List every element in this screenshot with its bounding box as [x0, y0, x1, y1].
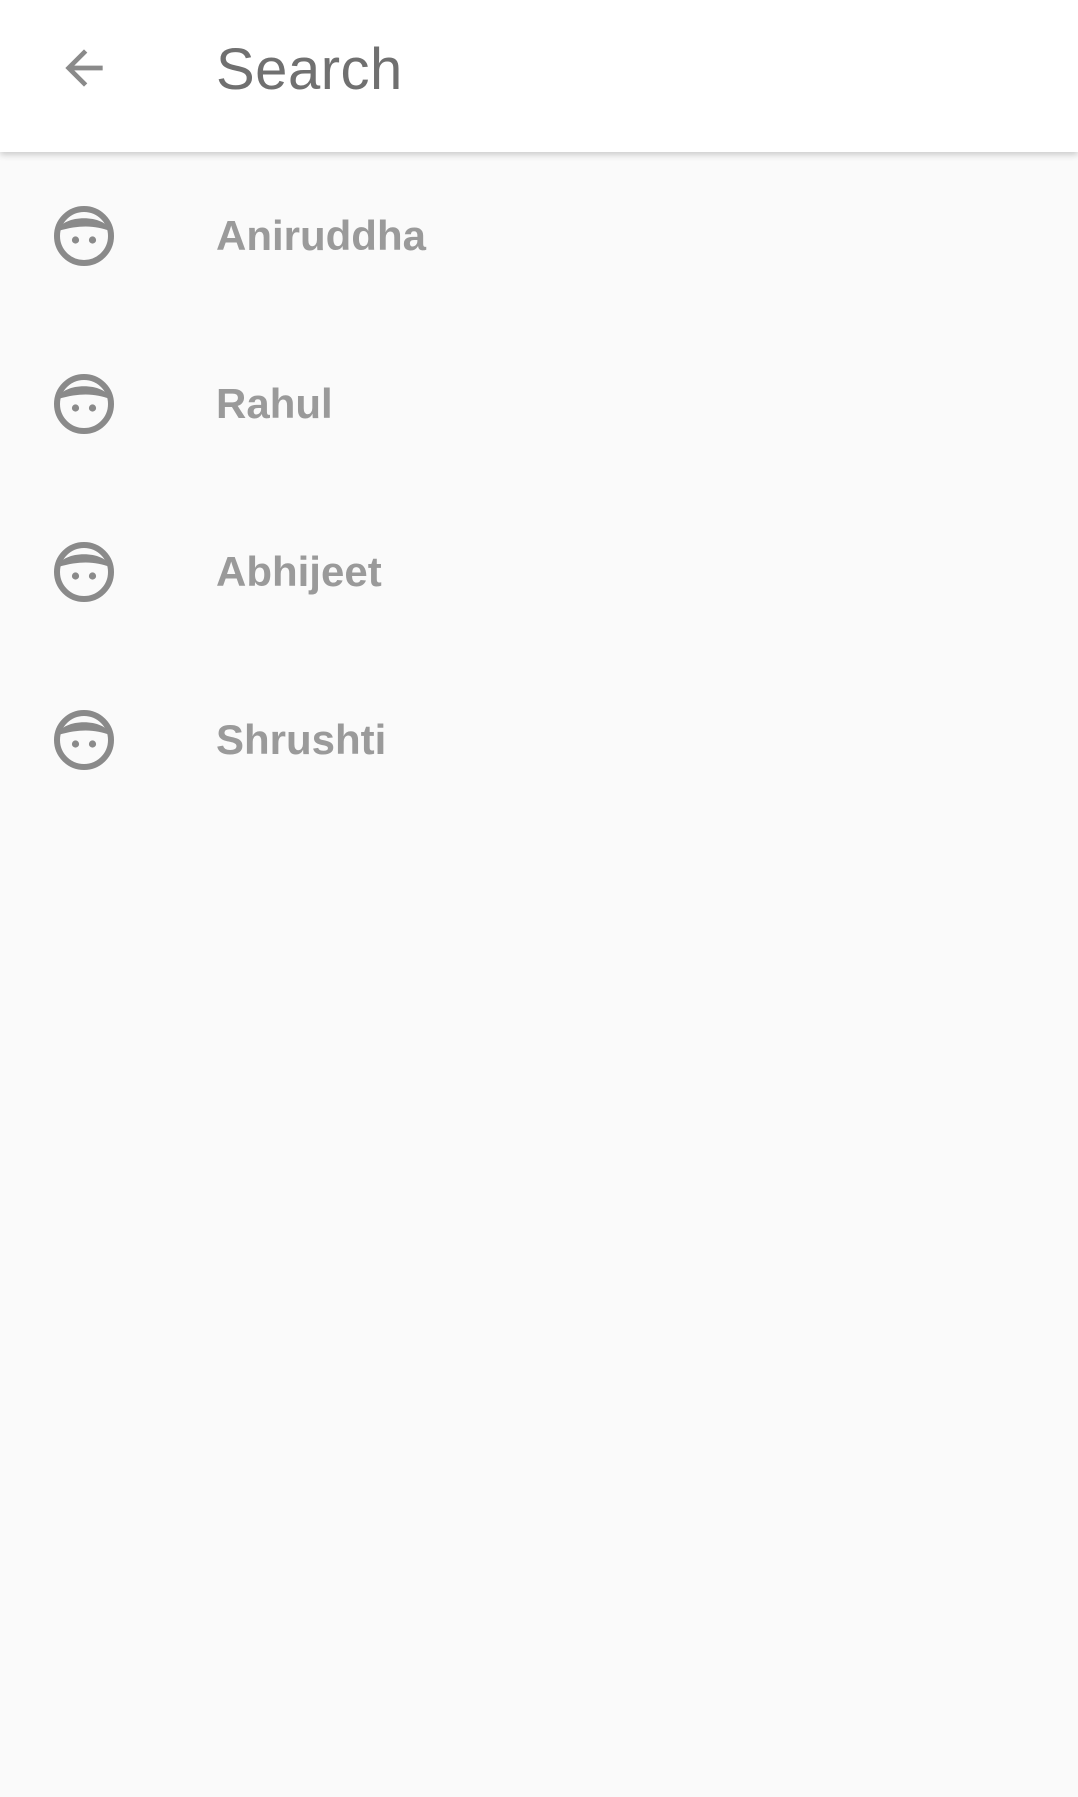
list-item-name: Shrushti — [216, 716, 387, 763]
list-item-name: Aniruddha — [216, 212, 426, 259]
face-icon — [52, 372, 116, 436]
list-item-name: Abhijeet — [216, 548, 382, 595]
list-item[interactable]: Abhijeet — [0, 488, 1078, 656]
face-icon — [52, 540, 116, 604]
list-item[interactable]: Shrushti — [0, 656, 1078, 824]
toolbar: Search — [0, 0, 1078, 152]
back-button[interactable] — [44, 28, 124, 108]
face-icon — [52, 204, 116, 268]
page-title: Search — [216, 37, 403, 102]
arrow-back-icon — [65, 49, 103, 87]
app-screen: Search Aniruddha Rahul Abhijeet Shrushti — [0, 0, 1078, 1797]
face-icon — [52, 708, 116, 772]
list-item[interactable]: Rahul — [0, 320, 1078, 488]
list-item[interactable]: Aniruddha — [0, 152, 1078, 320]
list-item-name: Rahul — [216, 380, 333, 427]
